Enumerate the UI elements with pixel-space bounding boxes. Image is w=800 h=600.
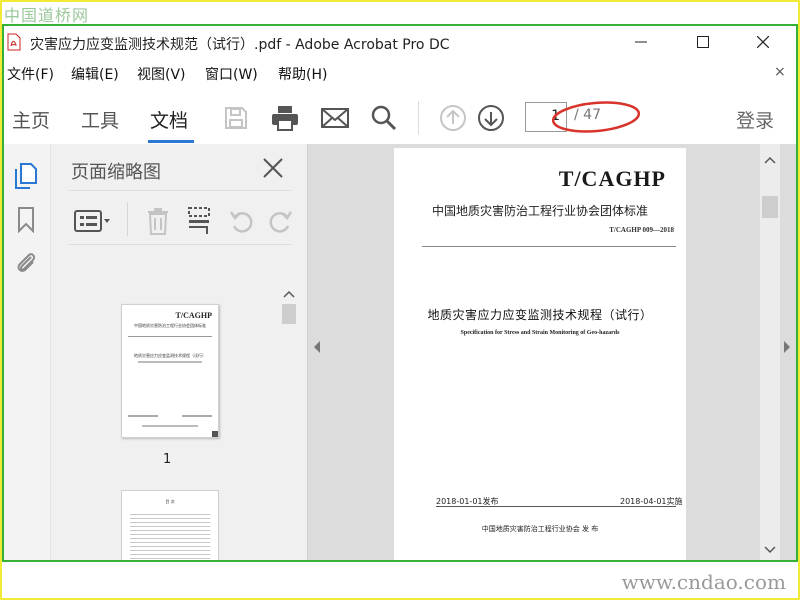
scrollbar-thumb[interactable] <box>282 304 296 324</box>
tab-tools[interactable]: 工具 <box>81 106 119 133</box>
rotate-right-button[interactable] <box>265 206 295 236</box>
menu-window[interactable]: 窗口(W) <box>205 64 258 84</box>
print-button[interactable] <box>269 102 301 134</box>
footer-rule <box>436 506 676 507</box>
standard-brand: T/CAGHP <box>558 166 666 191</box>
publisher: 中国地质灾害防治工程行业协会 发 布 <box>481 525 599 533</box>
bookmark-icon <box>18 207 34 233</box>
watermark-bottom: www.cndao.com <box>621 570 786 594</box>
save-icon <box>225 107 247 129</box>
menu-edit[interactable]: 编辑(E) <box>71 64 119 84</box>
standard-code: T/CAGHP 009—2018 <box>609 226 674 234</box>
minimize-button[interactable] <box>618 26 664 58</box>
trash-icon <box>148 208 168 235</box>
tab-home[interactable]: 主页 <box>12 106 50 133</box>
thumbnail-page-number: 1 <box>163 452 172 467</box>
maximize-button[interactable] <box>680 26 726 58</box>
document-scrollbar[interactable] <box>760 170 780 560</box>
sign-in-button[interactable]: 登录 <box>736 106 774 133</box>
page-thumbnail-2[interactable]: 目 次 <box>121 490 219 560</box>
standard-organization: 中国地质灾害防治工程行业协会团体标准 <box>431 204 648 218</box>
menu-view[interactable]: 视图(V) <box>137 64 186 84</box>
next-page-button[interactable] <box>475 102 507 134</box>
paperclip-icon <box>17 253 36 272</box>
close-window-button[interactable] <box>740 26 786 58</box>
collapse-left-panel-icon[interactable] <box>312 340 322 354</box>
page-thumbnails-button[interactable] <box>12 162 40 190</box>
thumb-toc-lines <box>130 511 210 560</box>
acrobat-window: 灾害应力应变监测技术规范（试行）.pdf - Adobe Acrobat Pro… <box>2 24 798 562</box>
close-document-button[interactable]: × <box>774 64 786 80</box>
arrow-up-circle-icon <box>440 105 466 131</box>
active-tab-indicator <box>148 140 194 143</box>
arrow-down-circle-icon <box>478 105 504 131</box>
panel-title: 页面缩略图 <box>71 162 161 183</box>
navigation-rail <box>4 144 51 560</box>
scrollbar-thumb[interactable] <box>762 196 778 218</box>
document-title: 地质灾害应力应变监测技术规程（试行） <box>427 308 653 322</box>
thumb-subtitle-line <box>138 361 202 363</box>
menu-bar: 文件(F) 编辑(E) 视图(V) 窗口(W) 帮助(H) × <box>4 62 796 84</box>
menu-file[interactable]: 文件(F) <box>7 64 54 84</box>
document-subtitle: Specification for Stress and Strain Moni… <box>460 330 620 336</box>
thumb-date-line <box>128 415 158 417</box>
rotate-left-icon <box>229 211 253 233</box>
search-button[interactable] <box>368 102 400 134</box>
chevron-up-icon <box>283 290 295 298</box>
email-button[interactable] <box>319 102 351 134</box>
scrollbar-track-top <box>760 144 780 170</box>
thumbnails-panel: 页面缩略图 T/CAGHP 中国地质灾害防治工程行业协会团体标准 地质灾害应力应… <box>51 144 308 560</box>
window-title: 灾害应力应变监测技术规范（试行）.pdf - Adobe Acrobat Pro… <box>30 37 450 53</box>
thumb-brand: T/CAGHP <box>175 311 212 320</box>
thumb-publisher-line <box>142 425 198 427</box>
maximize-icon <box>697 36 709 48</box>
main-toolbar: 主页 工具 文档 1 / 47 登录 <box>4 94 796 145</box>
header-rule <box>422 246 676 247</box>
pages-icon <box>15 163 37 189</box>
rotate-left-button[interactable] <box>227 206 257 236</box>
thumbnail-scrollbar[interactable] <box>279 286 299 560</box>
mail-icon <box>321 108 349 128</box>
extract-pages-button[interactable] <box>185 206 215 236</box>
document-view: T/CAGHP 中国地质灾害防治工程行业协会团体标准 T/CAGHP 009—2… <box>308 144 796 560</box>
pdf-file-icon <box>7 33 21 51</box>
attachments-button[interactable] <box>12 248 40 276</box>
close-panel-icon[interactable] <box>261 156 285 180</box>
tab-document[interactable]: 文档 <box>150 106 188 133</box>
thumb-rule <box>128 336 212 337</box>
close-icon <box>757 36 769 48</box>
watermark-top: 中国道桥网 <box>4 6 90 25</box>
thumb-toc-heading: 目 次 <box>165 499 175 504</box>
thumb-date-line <box>182 415 212 417</box>
expand-right-panel-icon[interactable] <box>782 340 792 354</box>
toolbar-separator <box>418 101 419 135</box>
bookmarks-button[interactable] <box>12 206 40 234</box>
thumb-title: 地质灾害应力应变监测技术规程（试行） <box>134 353 206 358</box>
title-bar: 灾害应力应变监测技术规范（试行）.pdf - Adobe Acrobat Pro… <box>4 26 796 58</box>
thumbnail-options-button[interactable] <box>73 206 113 236</box>
thumb-org: 中国地质灾害防治工程行业协会团体标准 <box>134 323 206 328</box>
thumb-resize-handle <box>212 431 218 437</box>
chevron-up-icon[interactable] <box>764 156 776 164</box>
minimize-icon <box>635 41 647 43</box>
pdf-page: T/CAGHP 中国地质灾害防治工程行业协会团体标准 T/CAGHP 009—2… <box>394 148 686 560</box>
delete-pages-button[interactable] <box>143 206 173 236</box>
annotation-ellipse <box>551 101 641 133</box>
save-button[interactable] <box>220 102 252 134</box>
search-icon <box>371 105 397 131</box>
panel-divider <box>69 244 291 245</box>
panel-toolbar-separator <box>127 202 128 236</box>
print-icon <box>272 106 298 131</box>
rotate-right-icon <box>269 211 293 233</box>
panel-divider <box>69 190 291 191</box>
page-thumbnail-1[interactable]: T/CAGHP 中国地质灾害防治工程行业协会团体标准 地质灾害应力应变监测技术规… <box>121 304 219 438</box>
menu-help[interactable]: 帮助(H) <box>278 64 327 84</box>
extract-pages-icon <box>188 207 210 234</box>
chevron-down-icon[interactable] <box>764 546 776 554</box>
list-dropdown-icon <box>74 210 110 232</box>
previous-page-button[interactable] <box>437 102 469 134</box>
